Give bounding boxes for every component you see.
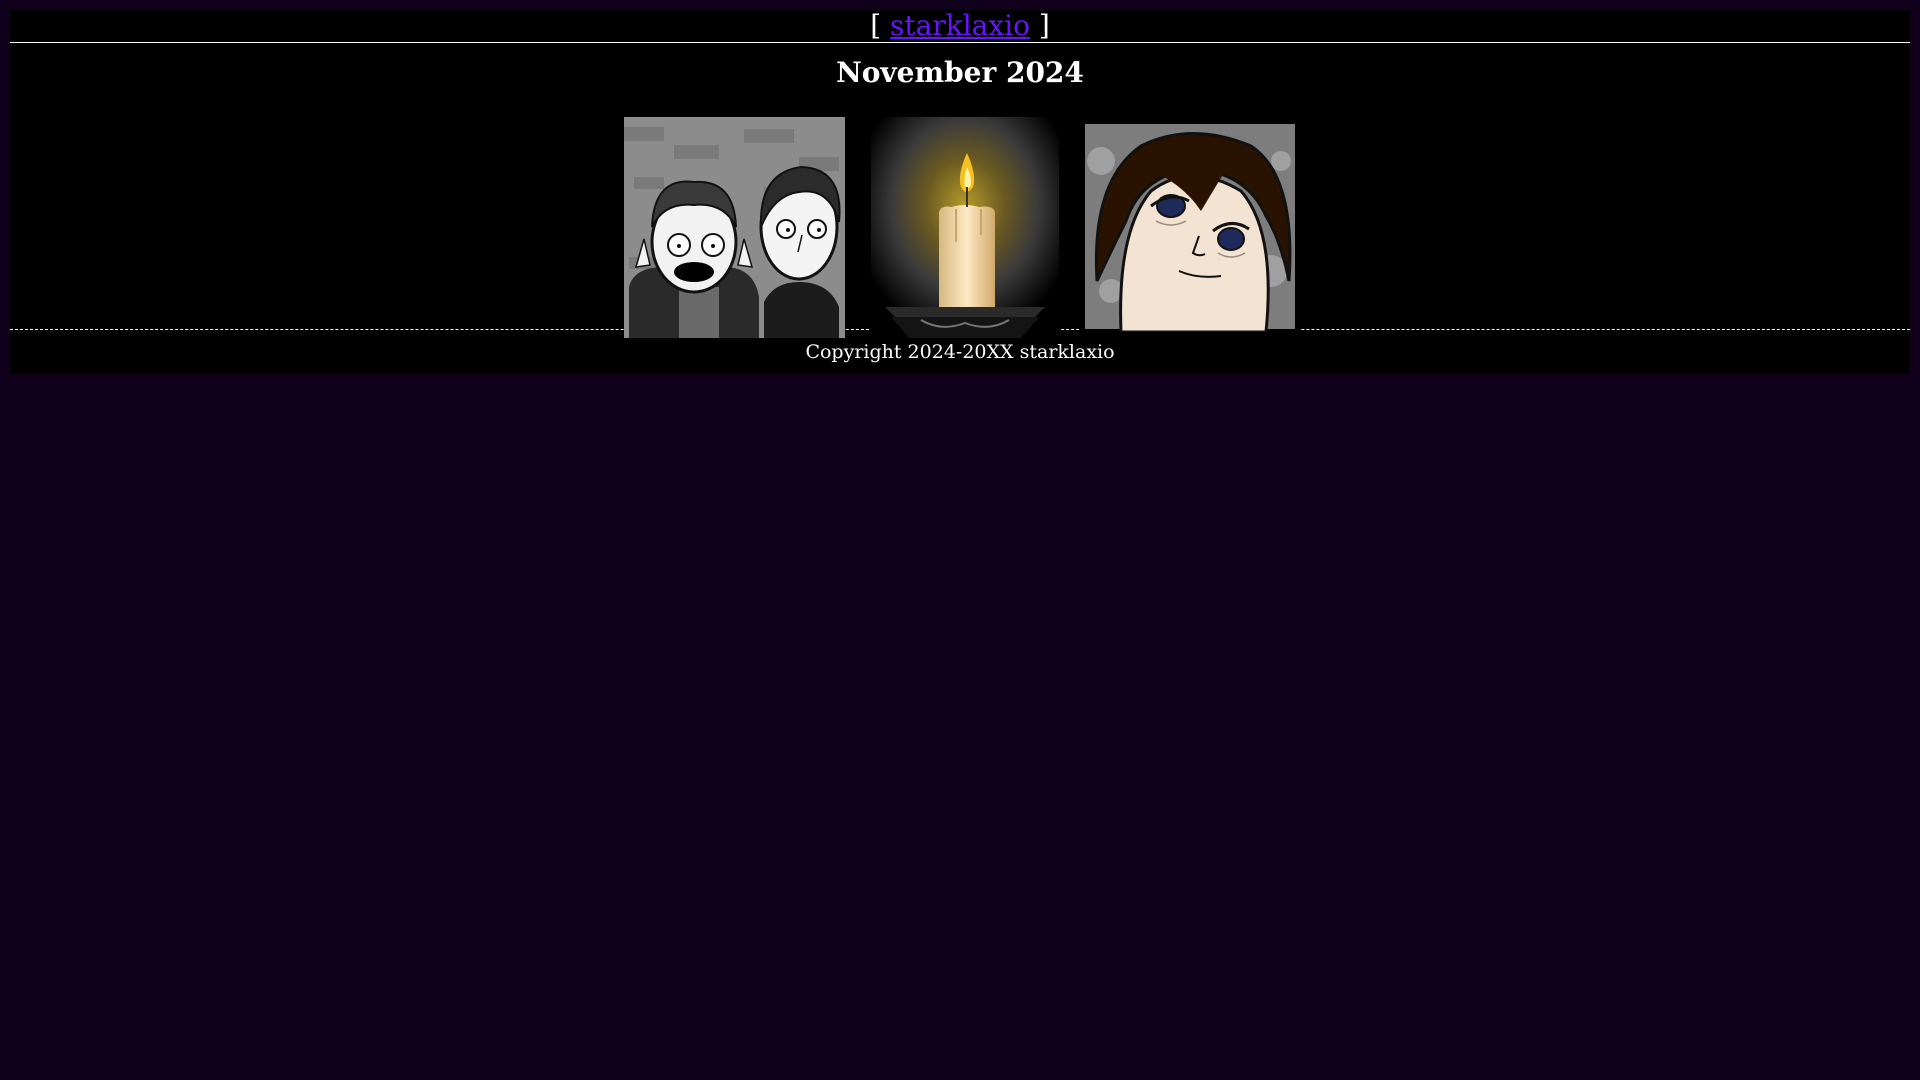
tired-face-thumbnail	[1081, 121, 1301, 332]
page-container: [ starklaxio ] November 2024 Copyright 2…	[10, 10, 1910, 374]
gallery-thumbnail-candle[interactable]	[871, 117, 1059, 338]
bracket-open: [	[870, 9, 882, 42]
page-title: November 2024	[836, 56, 1084, 89]
site-header: [ starklaxio ]	[10, 10, 1910, 43]
gallery-thumbnail-screaming[interactable]	[624, 117, 845, 338]
site-home-link[interactable]: starklaxio	[890, 9, 1030, 42]
bracket-close: ]	[1038, 9, 1050, 42]
gallery-thumbnail-tired-face[interactable]	[1081, 121, 1301, 332]
thumbnail-gallery	[10, 99, 1910, 338]
copyright-text: Copyright 2024-20XX starklaxio	[805, 341, 1115, 363]
screaming-characters-thumbnail	[624, 117, 845, 338]
candle-thumbnail	[871, 117, 1059, 338]
